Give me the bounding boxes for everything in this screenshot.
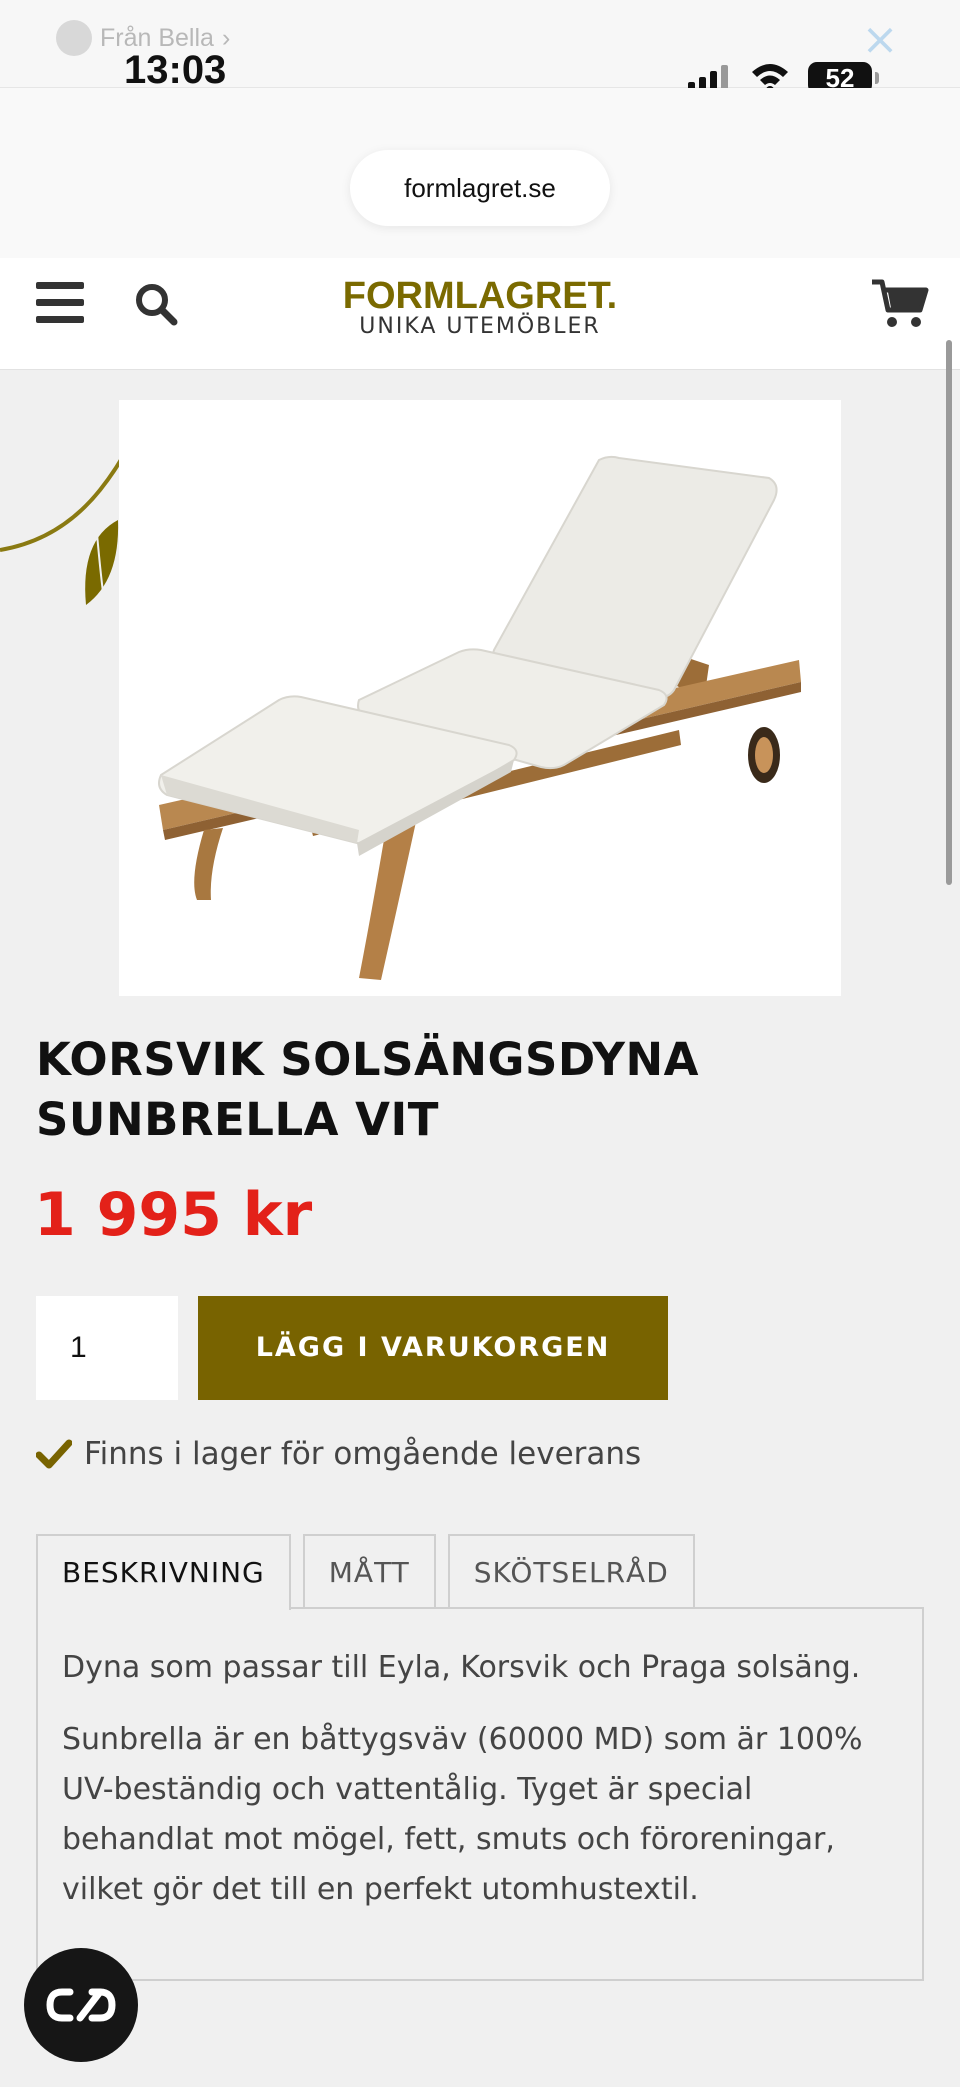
- tab-beskrivning[interactable]: BESKRIVNING: [36, 1534, 291, 1610]
- decorative-vine-icon: [0, 439, 130, 605]
- cart-icon[interactable]: [870, 278, 930, 330]
- url-field[interactable]: formlagret.se: [350, 150, 610, 226]
- quantity-input[interactable]: [36, 1296, 178, 1400]
- chat-button[interactable]: [24, 1948, 138, 2062]
- search-icon[interactable]: [132, 280, 180, 328]
- close-icon[interactable]: ×: [858, 18, 902, 62]
- description-panel: Dyna som passar till Eyla, Korsvik och P…: [36, 1607, 924, 1981]
- menu-icon[interactable]: [36, 282, 84, 326]
- product-image[interactable]: [119, 400, 841, 996]
- checkmark-icon: [36, 1439, 72, 1469]
- add-to-cart-button[interactable]: LÄGG I VARUKORGEN: [198, 1296, 668, 1400]
- description-paragraph: Dyna som passar till Eyla, Korsvik och P…: [62, 1650, 861, 1685]
- product-price: 1 995 kr: [34, 1180, 313, 1250]
- stock-status: Finns i lager för omgående leverans: [36, 1436, 641, 1472]
- tab-skotselrad[interactable]: SKÖTSELRÅD: [447, 1534, 695, 1608]
- logo-tagline: UNIKA UTEMÖBLER: [359, 314, 601, 339]
- product-title: KORSVIK SOLSÄNGSDYNA SUNBRELLA VIT: [36, 1033, 700, 1146]
- status-time: 13:03: [124, 48, 227, 92]
- status-bar: Från Bella › 13:03 × 52: [0, 0, 960, 94]
- back-app-avatar: [56, 20, 92, 56]
- browser-address-area: formlagret.se: [0, 88, 960, 258]
- page-scrollbar[interactable]: [946, 340, 952, 885]
- site-logo[interactable]: FORMLAGRET. UNIKA UTEMÖBLER: [320, 275, 640, 348]
- stock-text: Finns i lager för omgående leverans: [84, 1436, 642, 1472]
- tab-matt[interactable]: MÅTT: [302, 1534, 436, 1608]
- product-tabs: BESKRIVNING MÅTT SKÖTSELRÅD: [36, 1534, 695, 1610]
- site-header: FORMLAGRET. UNIKA UTEMÖBLER: [0, 258, 960, 370]
- logo-main-text: FORMLAGRET.: [342, 275, 618, 317]
- sun-lounger-illustration: [158, 455, 801, 980]
- description-paragraph: Sunbrella är en båttygsväv (60000 MD) so…: [62, 1722, 863, 1907]
- chat-link-icon: [46, 1988, 116, 2022]
